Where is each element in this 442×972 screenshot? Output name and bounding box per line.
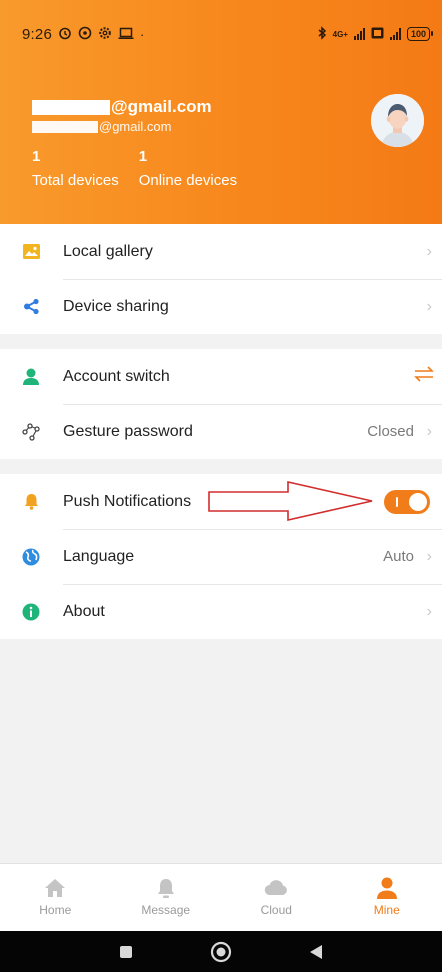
menu-value: Closed [367,423,414,440]
info-icon [22,603,40,621]
status-time: 9:26 [22,25,52,43]
primary-email-suffix: @gmail.com [111,97,212,116]
chevron-right-icon: › [426,422,432,440]
menu-label: Account switch [63,367,170,385]
menu-group-account: Account switch Gesture password Closed › [0,349,442,459]
share-icon [22,298,40,316]
status-bar: 9:26 · 4G+ 100 [22,22,434,46]
whatsapp-icon [78,26,92,42]
back-triangle-icon[interactable] [269,944,364,960]
secondary-email-suffix: @gmail.com [99,119,172,134]
redacted-block [32,120,98,133]
chevron-right-icon: › [426,547,432,565]
person-icon [22,368,40,386]
signal-icon [353,28,365,40]
menu-label: Language [63,547,135,565]
settings-cog-icon [98,26,112,42]
stat-label: Online devices [138,172,238,189]
stat-online-devices[interactable]: 1 Online devices [139,148,237,189]
user-avatar-icon[interactable] [371,94,424,147]
stat-total-devices[interactable]: 1 Total devices [32,148,119,189]
status-left: 9:26 · [22,26,144,43]
nav-label: Home [39,903,72,917]
alarm-icon [58,26,72,42]
person-icon [375,876,399,900]
primary-email: @gmail.com [32,97,212,117]
menu-item-device-sharing[interactable]: Device sharing › [0,279,442,334]
secondary-email: @gmail.com [32,119,212,134]
nav-label: Cloud [260,903,292,917]
home-icon [43,876,67,900]
gesture-icon [22,422,40,441]
menu-label: Local gallery [63,242,153,260]
bottom-nav: Home Message Cloud Mine [0,863,442,931]
menu-label: Gesture password [63,422,193,440]
toggle-on-indicator [396,496,398,507]
stat-value: 1 [138,148,148,165]
account-info: @gmail.com @gmail.com [32,97,212,134]
chevron-right-icon: › [426,602,432,620]
menu-label: Device sharing [63,297,169,315]
toggle-knob [409,492,427,511]
chevron-right-icon: › [426,297,432,315]
laptop-icon [118,27,134,42]
nav-tab-mine[interactable]: Mine [332,864,442,931]
bluetooth-icon [317,26,327,42]
menu-group-media: Local gallery › Device sharing › [0,224,442,334]
nav-tab-cloud[interactable]: Cloud [221,864,332,931]
bell-icon [22,493,40,511]
push-notifications-toggle[interactable] [384,489,430,514]
image-icon [22,243,40,261]
nav-label: Message [141,903,191,917]
bell-icon [154,876,178,900]
battery-level: 100 [410,29,426,39]
battery-icon: 100 [406,27,434,41]
menu-item-local-gallery[interactable]: Local gallery › [0,224,442,279]
network-4g-icon: 4G+ [332,29,348,39]
signal-icon-2 [389,28,401,40]
nav-tab-home[interactable]: Home [0,864,111,931]
account-header: 9:26 · 4G+ 100 @gmail.com @gmail.com 1 T… [0,0,442,224]
nav-tab-message[interactable]: Message [111,864,222,931]
menu-label: About [63,602,105,620]
home-circle-icon[interactable] [174,941,269,963]
stat-label: Total devices [32,172,119,189]
menu-value: Auto [383,548,414,565]
system-nav-bar [0,931,442,972]
cloud-icon [264,876,288,900]
menu-item-about[interactable]: About › [0,584,442,639]
menu-label: Push Notifications [63,492,192,510]
menu-item-language[interactable]: Language Auto › [0,529,442,584]
recents-square-icon[interactable] [79,945,174,959]
annotation-arrow-icon [208,480,373,522]
globe-icon [22,548,40,566]
nav-label: Mine [373,903,400,917]
status-right: 4G+ 100 [317,26,434,42]
chevron-right-icon: › [426,242,432,260]
menu-item-account-switch[interactable]: Account switch [0,349,442,404]
device-stats: 1 Total devices 1 Online devices [32,148,237,189]
swap-arrows-icon[interactable] [414,366,434,387]
dot-icon: · [140,26,145,42]
hd-icon [371,27,384,41]
redacted-block [32,99,110,115]
stat-value: 1 [32,148,41,165]
menu-item-gesture-password[interactable]: Gesture password Closed › [0,404,442,459]
